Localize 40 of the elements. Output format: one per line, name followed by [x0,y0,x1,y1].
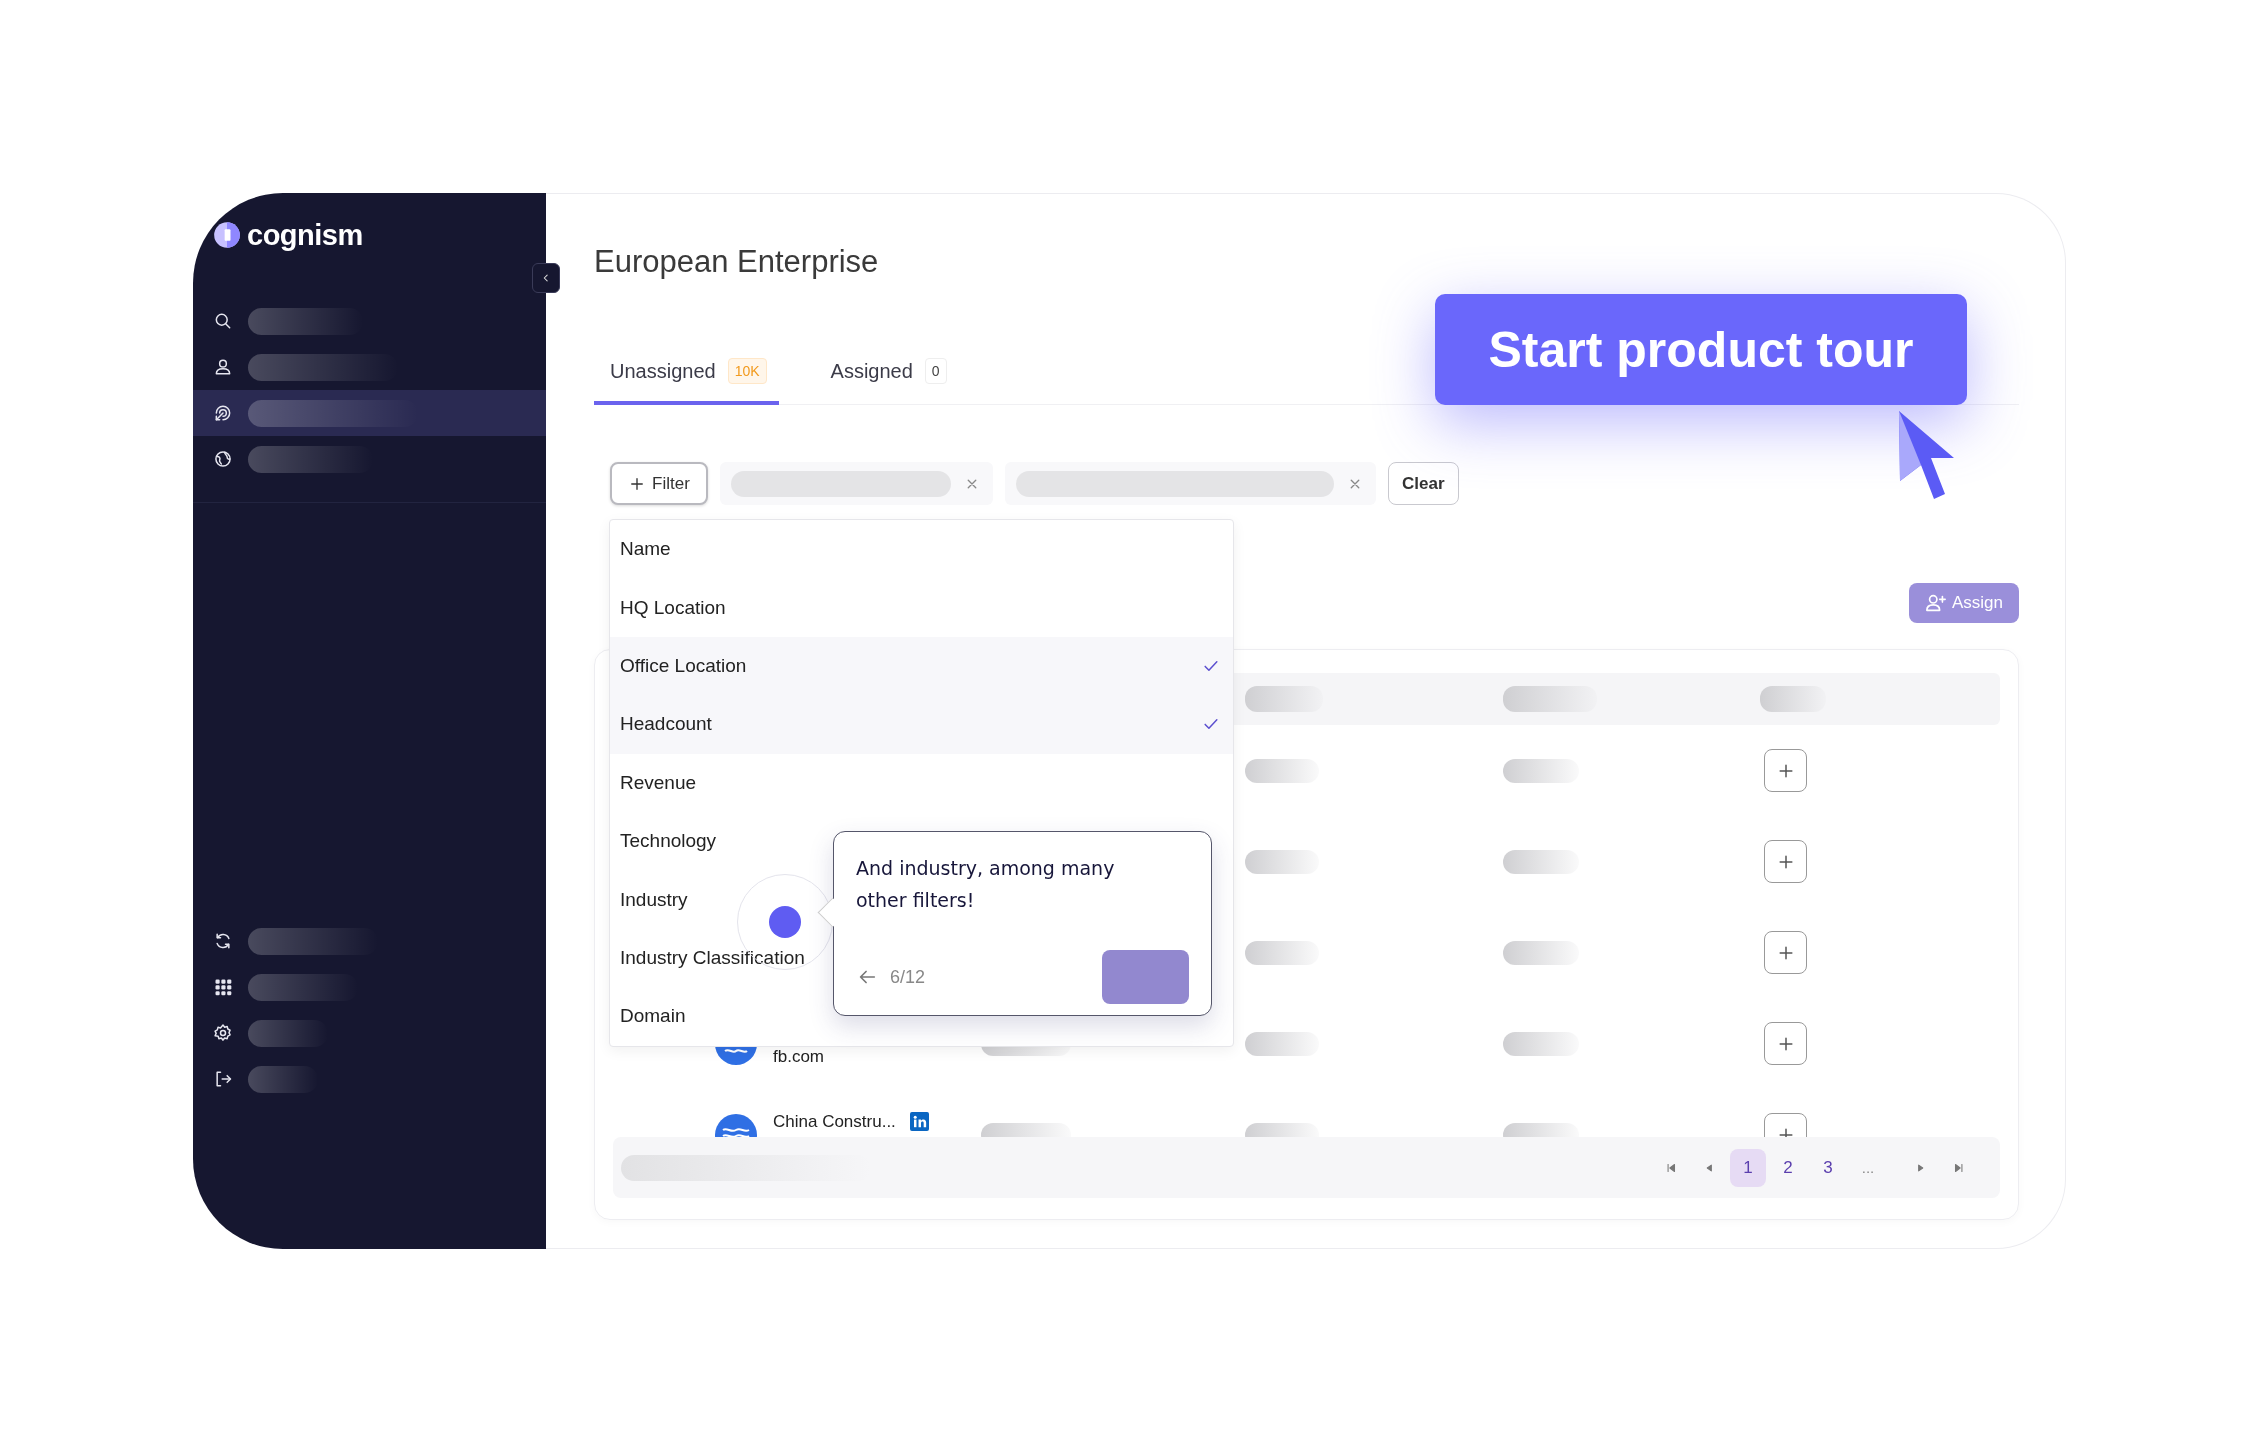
filter-button[interactable]: Filter [610,462,708,505]
menu-item[interactable]: Headcount [610,695,1233,754]
radar-icon [213,403,233,423]
add-button[interactable] [1764,931,1807,974]
logo-icon [213,221,241,249]
menu-item[interactable]: Name [610,520,1233,579]
menu-item[interactable]: HQ Location [610,578,1233,637]
grid-icon [213,977,233,997]
page-button[interactable]: 1 [1730,1148,1766,1187]
linkedin-icon[interactable] [909,1112,929,1131]
company-domain: fb.com [773,1046,825,1067]
menu-item[interactable]: Revenue [610,753,1233,812]
refresh-icon [213,931,233,951]
menu-item[interactable]: Office Location [610,636,1233,696]
page-button[interactable]: 2 [1770,1148,1806,1187]
page-button[interactable]: 3 [1810,1148,1846,1187]
page-ellipsis: ... [1860,1159,1876,1176]
person-icon [213,357,233,377]
search-icon [213,311,233,331]
add-button[interactable] [1764,749,1807,792]
tooltip-text: And industry, among many other filters! [856,856,1116,913]
placeholder-bar [1760,686,1826,712]
tab[interactable]: Assigned 0 [814,341,959,405]
start-tour-button[interactable]: Start product tour [1435,294,1967,405]
logout-icon [213,1069,233,1089]
nav-item[interactable] [193,390,546,436]
add-button[interactable] [1764,1022,1807,1065]
company-name: China Constru... [773,1111,896,1132]
count-badge: 10K [727,358,767,384]
count-badge: 0 [924,358,947,384]
settings-icon [213,1023,233,1043]
add-button[interactable] [1764,840,1807,883]
page-title: European Enterprise [594,244,880,280]
user-plus-icon [1925,592,1947,614]
globe-icon [213,449,233,469]
clear-button[interactable]: Clear [1388,462,1459,505]
logo-text: cognism [247,218,363,252]
step-counter: 6/12 [890,966,926,988]
tab[interactable]: Unassigned 10K [594,341,779,405]
collapse-button[interactable] [532,263,560,293]
